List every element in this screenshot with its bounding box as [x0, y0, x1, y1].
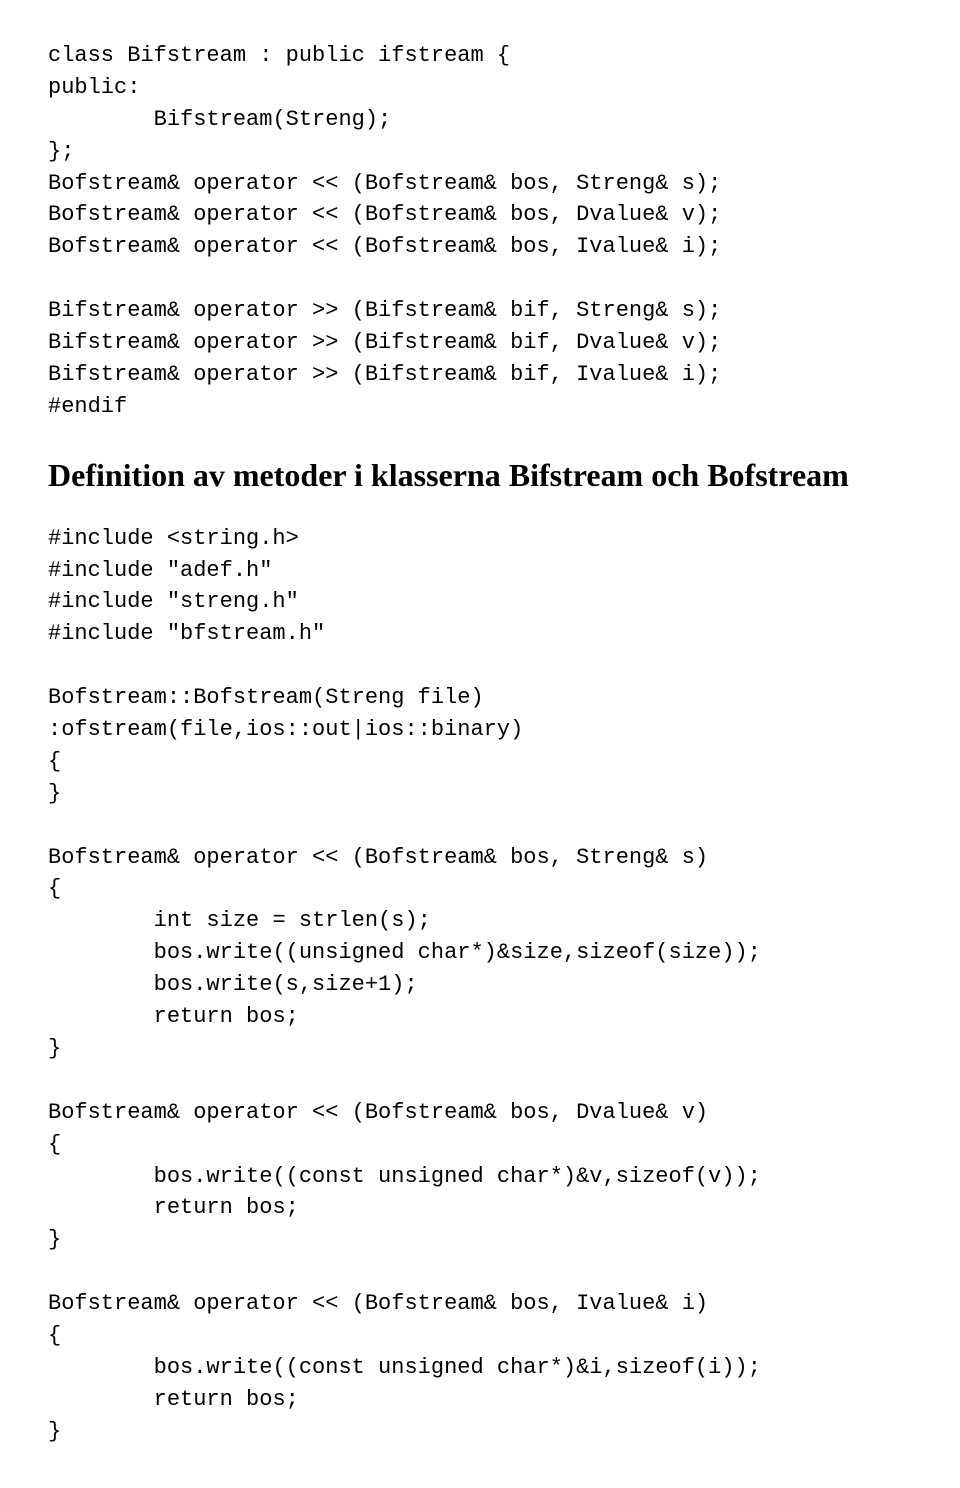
section-heading: Definition av metoder i klasserna Bifstr… — [48, 451, 912, 499]
code-block-top: class Bifstream : public ifstream { publ… — [48, 40, 912, 423]
code-block-bottom: #include <string.h> #include "adef.h" #i… — [48, 523, 912, 1448]
